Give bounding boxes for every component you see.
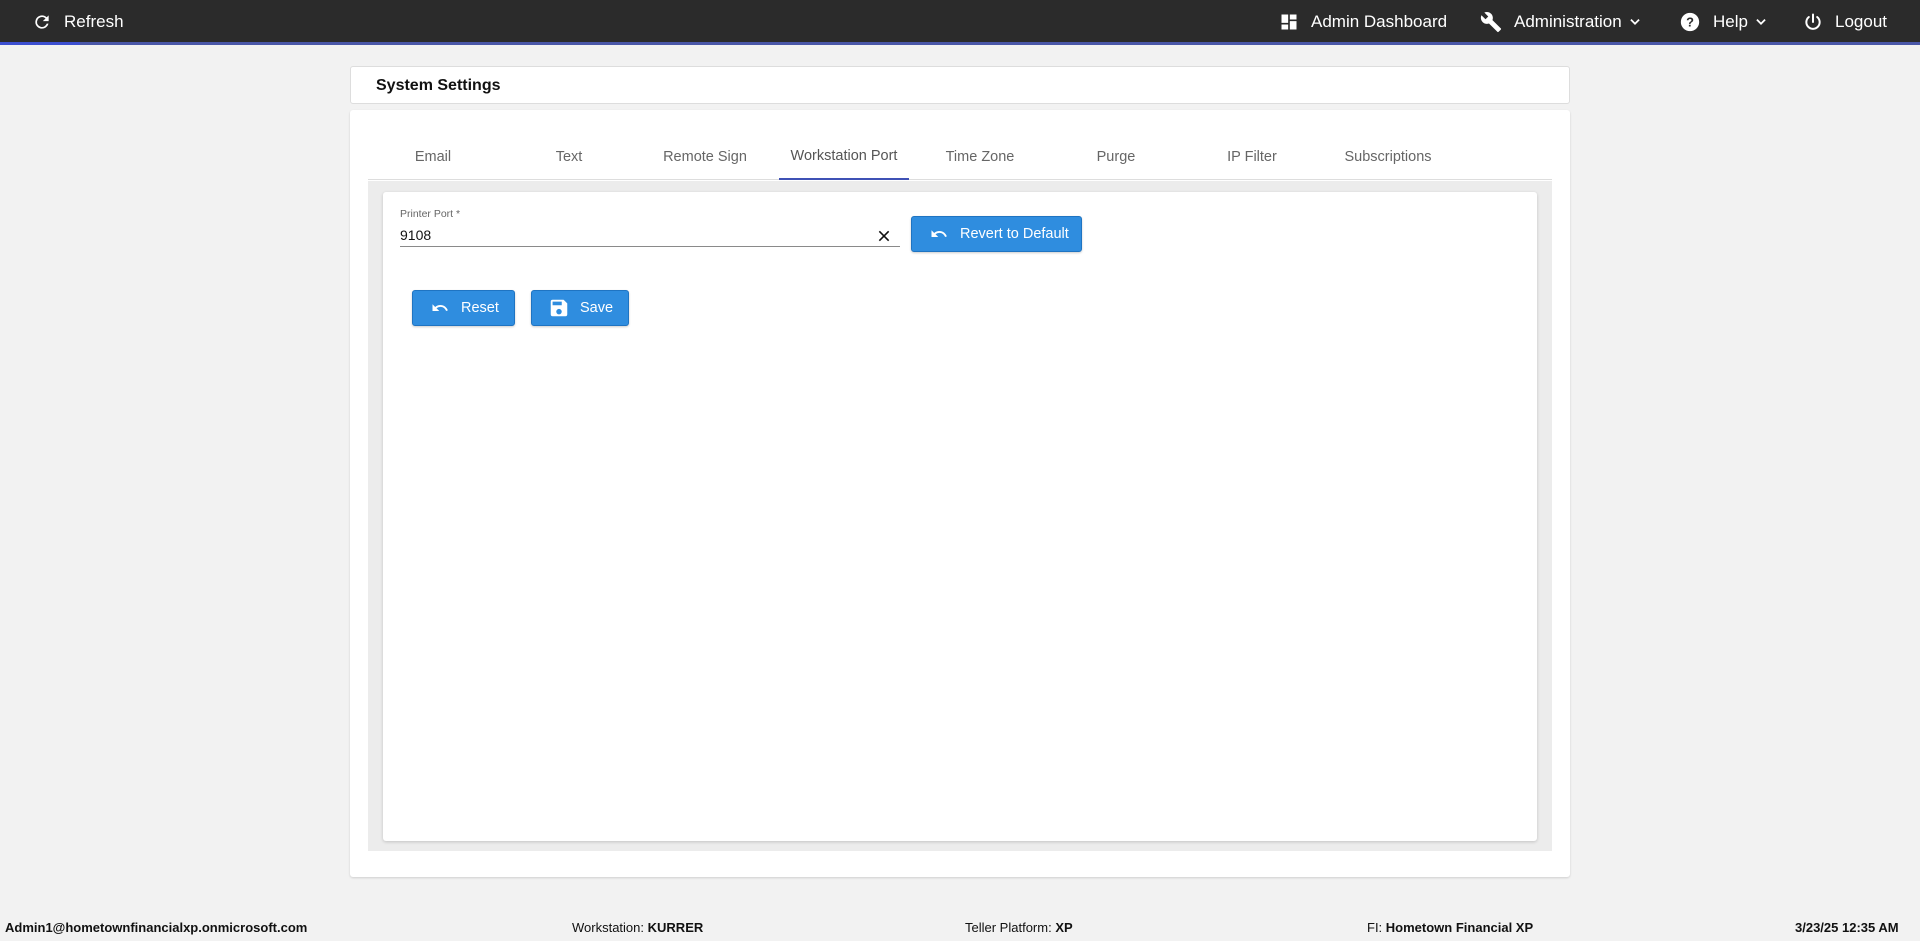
administration-label: Administration xyxy=(1514,12,1622,31)
tab-workstation-port[interactable]: Workstation Port xyxy=(779,134,909,180)
help-label: Help xyxy=(1713,12,1748,31)
footer-fi: FI: Hometown Financial XP xyxy=(1367,920,1534,935)
tab-text[interactable]: Text xyxy=(504,134,634,180)
close-icon[interactable] xyxy=(876,228,892,244)
footer-teller-platform: Teller Platform: XP xyxy=(965,920,1073,935)
printer-port-input[interactable] xyxy=(400,223,900,247)
logout-label: Logout xyxy=(1835,12,1887,31)
admin-dashboard-label: Admin Dashboard xyxy=(1311,12,1448,31)
undo-icon xyxy=(432,304,448,311)
settings-card: Email Text Remote Sign Workstation Port … xyxy=(350,110,1570,877)
tab-email[interactable]: Email xyxy=(368,134,498,180)
refresh-label: Refresh xyxy=(64,12,124,31)
chevron-down-icon xyxy=(1756,19,1766,25)
settings-tabs: Email Text Remote Sign Workstation Port … xyxy=(368,134,1552,180)
save-button[interactable]: Save xyxy=(531,290,629,326)
reset-label: Reset xyxy=(461,300,499,316)
workstation-port-panel: Printer Port * Revert to Default Reset S… xyxy=(383,192,1537,841)
save-icon xyxy=(550,299,568,317)
help-menu[interactable]: ? Help xyxy=(1679,0,1768,44)
refresh-button[interactable]: Refresh xyxy=(32,0,124,44)
tab-ip-filter[interactable]: IP Filter xyxy=(1187,134,1317,180)
footer-datetime: 3/23/25 12:35 AM xyxy=(1795,920,1899,935)
loading-progress-bar xyxy=(0,42,1920,45)
tab-time-zone[interactable]: Time Zone xyxy=(915,134,1045,180)
save-label: Save xyxy=(580,300,614,316)
status-footer: Admin1@hometownfinancialxp.onmicrosoft.c… xyxy=(0,914,1920,941)
chevron-down-icon xyxy=(1630,19,1640,25)
svg-text:?: ? xyxy=(1686,15,1694,30)
wrench-icon xyxy=(1480,12,1502,33)
undo-icon xyxy=(931,230,947,237)
top-navbar: Refresh Admin Dashboard Administration ?… xyxy=(0,0,1920,45)
footer-workstation: Workstation: KURRER xyxy=(572,920,704,935)
reset-button[interactable]: Reset xyxy=(412,290,515,326)
refresh-icon xyxy=(35,15,49,29)
dashboard-icon xyxy=(1281,14,1297,30)
page-header: System Settings xyxy=(350,66,1570,104)
revert-label: Revert to Default xyxy=(960,226,1069,242)
administration-menu[interactable]: Administration xyxy=(1480,0,1642,44)
printer-port-label: Printer Port * xyxy=(400,208,461,220)
help-icon: ? xyxy=(1680,12,1700,32)
tab-purge[interactable]: Purge xyxy=(1051,134,1181,180)
power-icon xyxy=(1805,13,1821,30)
tab-subscriptions[interactable]: Subscriptions xyxy=(1323,134,1453,180)
page-title: System Settings xyxy=(376,77,501,94)
footer-user: Admin1@hometownfinancialxp.onmicrosoft.c… xyxy=(5,920,308,935)
revert-to-default-button[interactable]: Revert to Default xyxy=(911,216,1082,252)
tab-content-area: Printer Port * Revert to Default Reset S… xyxy=(368,181,1552,851)
logout-button[interactable]: Logout xyxy=(1803,0,1887,44)
admin-dashboard-link[interactable]: Admin Dashboard xyxy=(1279,0,1447,44)
tab-remote-sign[interactable]: Remote Sign xyxy=(640,134,770,180)
